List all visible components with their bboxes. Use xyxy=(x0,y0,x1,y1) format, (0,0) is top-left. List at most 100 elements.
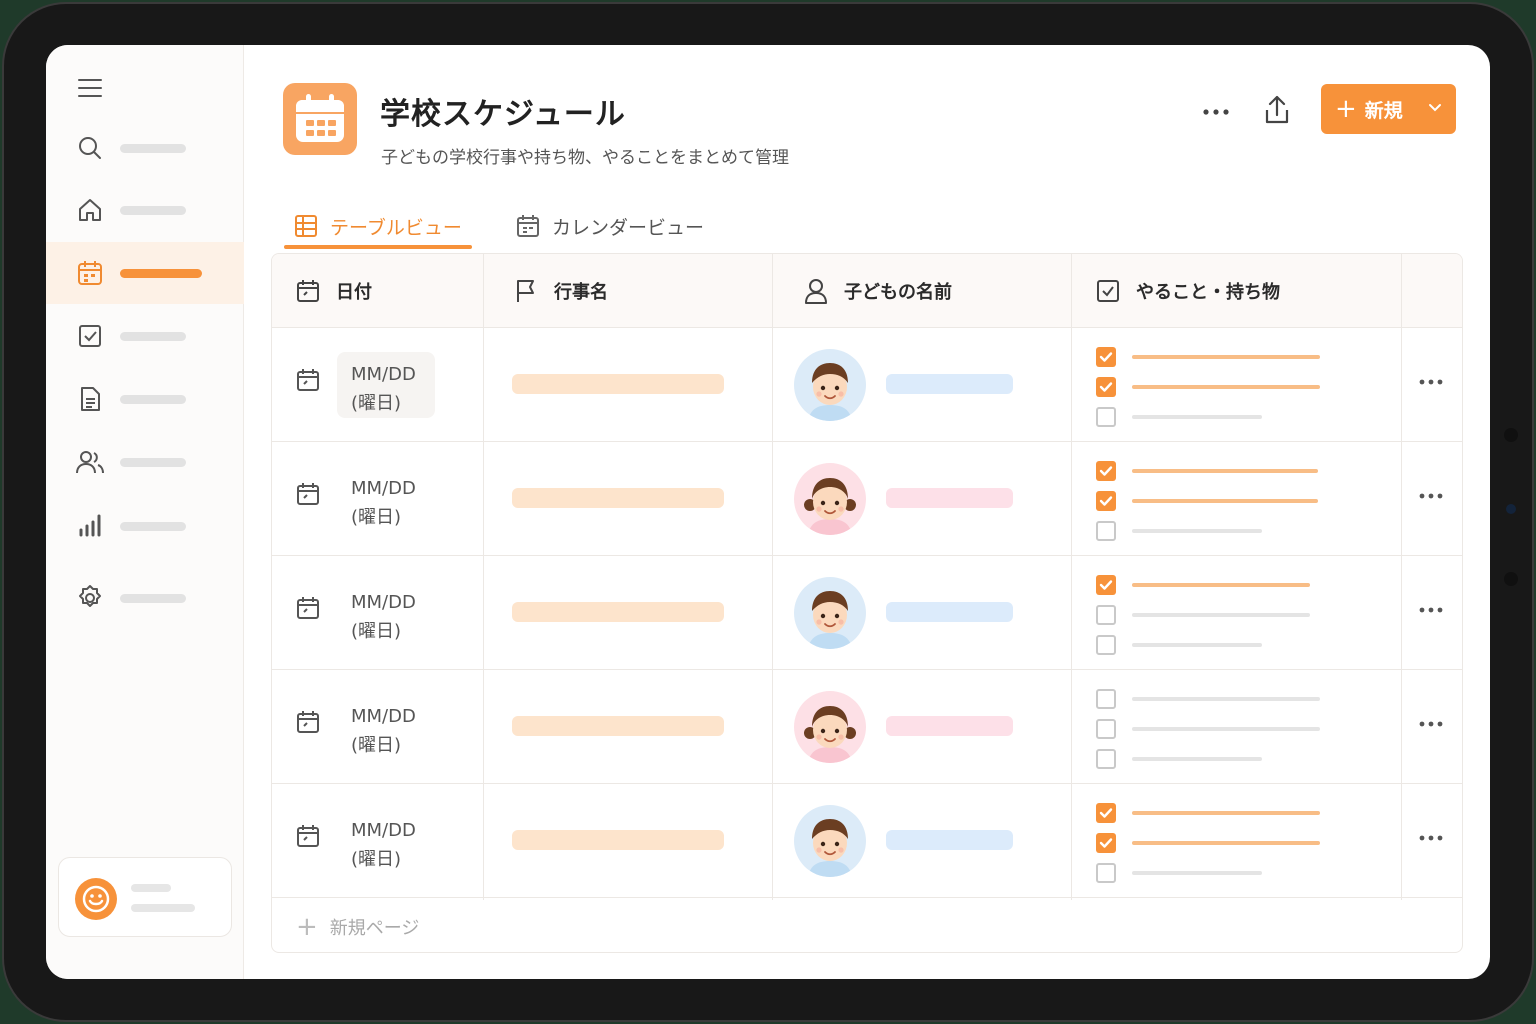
date-value: MM/DD xyxy=(351,364,416,385)
share-icon xyxy=(1265,95,1289,124)
more-icon xyxy=(1419,721,1443,727)
todo-checkbox[interactable] xyxy=(1096,347,1116,367)
person-icon xyxy=(804,278,828,304)
sidebar-item-calendar[interactable] xyxy=(46,242,244,304)
calendar-icon xyxy=(296,482,320,510)
sidebar-item-settings[interactable] xyxy=(46,567,244,629)
sidebar-label-placeholder xyxy=(120,205,186,215)
row-more-button[interactable] xyxy=(1418,828,1444,841)
user-email-placeholder xyxy=(131,904,195,912)
tab-calendar-view-label: カレンダービュー xyxy=(552,216,705,239)
sidebar-label-placeholder xyxy=(120,593,186,603)
date-cell[interactable]: MM/DD (曜日) xyxy=(337,466,435,532)
date-value: MM/DD xyxy=(351,706,416,727)
todo-checkbox[interactable] xyxy=(1096,689,1116,709)
more-options-button[interactable] xyxy=(1196,97,1236,127)
calendar-icon xyxy=(296,368,320,396)
todo-checkbox[interactable] xyxy=(1096,407,1116,427)
event-name-placeholder[interactable] xyxy=(512,830,724,850)
todo-checkbox[interactable] xyxy=(1096,749,1116,769)
todo-checkbox[interactable] xyxy=(1096,863,1116,883)
column-header-todos[interactable]: やること・持ち物 xyxy=(1096,254,1280,328)
child-name-placeholder[interactable] xyxy=(886,602,1013,622)
sidebar-label-placeholder xyxy=(120,457,186,467)
table-row[interactable]: MM/DD (曜日) xyxy=(272,442,1462,556)
sidebar-item-reports[interactable] xyxy=(46,495,244,557)
tab-table-view-label: テーブルビュー xyxy=(330,216,462,239)
date-cell[interactable]: MM/DD (曜日) xyxy=(337,694,435,760)
add-new-page-button[interactable]: + 新規ページ xyxy=(296,914,419,940)
todo-checkbox[interactable] xyxy=(1096,521,1116,541)
app-calendar-icon xyxy=(283,83,357,155)
flag-icon xyxy=(514,278,538,304)
event-name-placeholder[interactable] xyxy=(512,602,724,622)
sidebar-item-home[interactable] xyxy=(46,179,244,241)
todo-text-placeholder xyxy=(1132,643,1262,647)
sidebar-item-tasks[interactable] xyxy=(46,305,244,367)
column-header-event[interactable]: 行事名 xyxy=(514,254,608,328)
chevron-down-icon[interactable] xyxy=(1428,101,1442,115)
todo-checkbox[interactable] xyxy=(1096,575,1116,595)
date-cell[interactable]: MM/DD (曜日) xyxy=(337,808,435,874)
todo-checkbox[interactable] xyxy=(1096,833,1116,853)
more-icon xyxy=(1203,109,1229,115)
user-profile-card[interactable] xyxy=(58,857,232,937)
child-name-placeholder[interactable] xyxy=(886,488,1013,508)
todo-text-placeholder xyxy=(1132,355,1320,359)
date-cell[interactable]: MM/DD (曜日) xyxy=(337,352,435,418)
plus-icon: + xyxy=(296,912,318,942)
more-icon xyxy=(1419,835,1443,841)
todo-text-placeholder xyxy=(1132,613,1310,617)
sidebar-item-members[interactable] xyxy=(46,431,244,493)
child-name-placeholder[interactable] xyxy=(886,374,1013,394)
date-cell[interactable]: MM/DD (曜日) xyxy=(337,580,435,646)
row-more-button[interactable] xyxy=(1418,486,1444,499)
child-name-placeholder[interactable] xyxy=(886,716,1013,736)
table-row[interactable]: MM/DD (曜日) xyxy=(272,556,1462,670)
todo-checkbox[interactable] xyxy=(1096,719,1116,739)
row-more-button[interactable] xyxy=(1418,714,1444,727)
table-row[interactable]: MM/DD (曜日) xyxy=(272,328,1462,442)
boy-avatar xyxy=(794,805,866,877)
row-more-button[interactable] xyxy=(1418,600,1444,613)
table-row[interactable]: MM/DD (曜日) xyxy=(272,670,1462,784)
row-more-button[interactable] xyxy=(1418,372,1444,385)
side-button xyxy=(1504,428,1518,442)
calendar-icon xyxy=(296,824,320,852)
plus-icon: + xyxy=(1335,94,1357,124)
table-icon xyxy=(294,214,318,238)
todo-text-placeholder xyxy=(1132,499,1318,503)
document-icon xyxy=(76,385,104,413)
sidebar-menu-toggle[interactable] xyxy=(46,57,244,119)
column-header-date[interactable]: 日付 xyxy=(296,254,372,328)
todo-checkbox[interactable] xyxy=(1096,461,1116,481)
date-value: MM/DD xyxy=(351,820,416,841)
sidebar-item-search[interactable] xyxy=(46,117,244,179)
more-icon xyxy=(1419,607,1443,613)
table-row[interactable]: MM/DD (曜日) xyxy=(272,784,1462,898)
todo-checkbox[interactable] xyxy=(1096,605,1116,625)
todo-checkbox[interactable] xyxy=(1096,635,1116,655)
child-name-placeholder[interactable] xyxy=(886,830,1013,850)
page-title: 学校スケジュール xyxy=(380,97,626,132)
event-name-placeholder[interactable] xyxy=(512,488,724,508)
column-header-label: 子どもの名前 xyxy=(844,282,952,303)
tab-table-view[interactable]: テーブルビュー xyxy=(294,203,462,249)
todo-checkbox[interactable] xyxy=(1096,803,1116,823)
share-button[interactable] xyxy=(1258,91,1296,129)
sidebar-item-documents[interactable] xyxy=(46,368,244,430)
todo-checkbox[interactable] xyxy=(1096,377,1116,397)
event-name-placeholder[interactable] xyxy=(512,374,724,394)
todo-text-placeholder xyxy=(1132,811,1320,815)
column-header-child[interactable]: 子どもの名前 xyxy=(804,254,952,328)
todo-text-placeholder xyxy=(1132,415,1262,419)
active-tab-indicator xyxy=(284,245,472,249)
girl-avatar xyxy=(794,463,866,535)
todo-checkbox[interactable] xyxy=(1096,491,1116,511)
weekday-value: (曜日) xyxy=(351,621,402,642)
tab-calendar-view[interactable]: カレンダービュー xyxy=(516,203,704,249)
new-button[interactable]: + 新規 xyxy=(1321,84,1456,134)
add-new-page-label: 新規ページ xyxy=(329,918,420,939)
checkbox-icon xyxy=(76,322,104,350)
event-name-placeholder[interactable] xyxy=(512,716,724,736)
